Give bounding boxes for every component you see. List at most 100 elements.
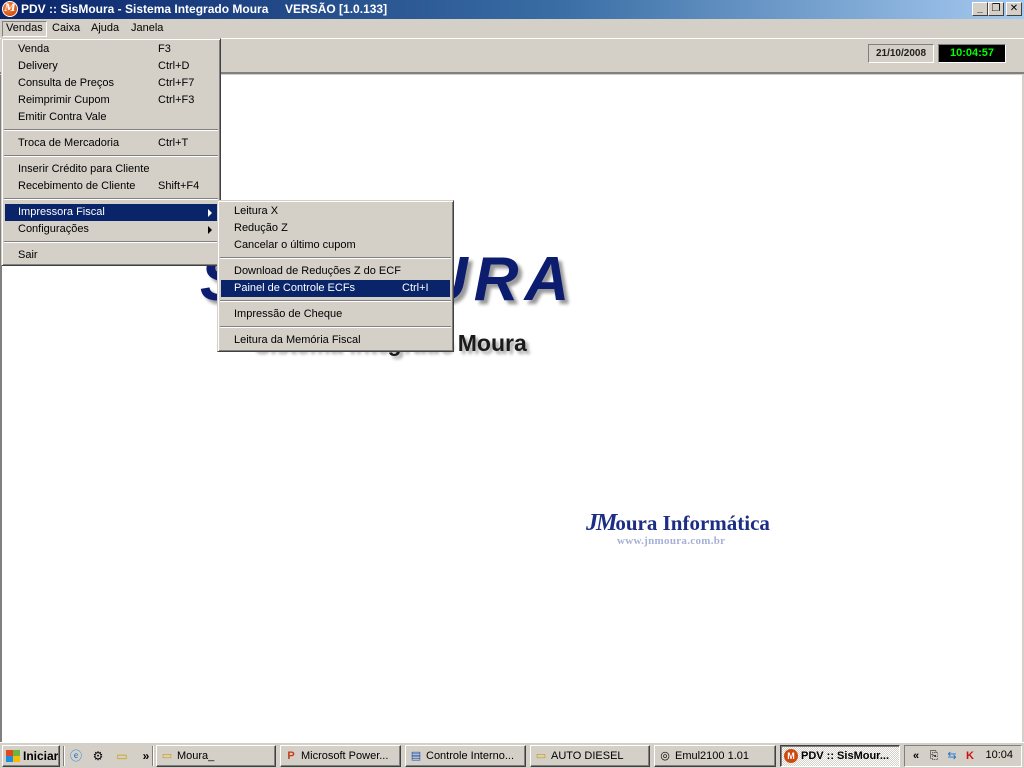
menu-item-label: Cancelar o último cupom	[234, 239, 356, 251]
system-tray: « ⎘ ⇆ K 10:04	[904, 745, 1022, 767]
menu-item-shortcut: Ctrl+T	[158, 137, 189, 149]
folder-icon: ▭	[161, 750, 173, 762]
menu-separator	[220, 257, 451, 259]
menu-item-shortcut: Ctrl+I	[402, 282, 429, 294]
task-label: AUTO DIESEL	[551, 750, 624, 762]
menu-separator	[4, 241, 218, 243]
menu-item-configuracoes[interactable]: Configurações	[5, 221, 217, 238]
menu-item-shortcut: Shift+F4	[158, 180, 200, 192]
menu-item-label: Impressora Fiscal	[18, 206, 105, 218]
minimize-button[interactable]: _	[972, 2, 988, 16]
restore-button[interactable]: ❐	[988, 2, 1004, 16]
impressora-fiscal-submenu: Leitura X Redução Z Cancelar o último cu…	[217, 200, 454, 352]
company-url: www.jnmoura.com.br	[617, 535, 726, 547]
date-display: 21/10/2008	[868, 44, 934, 63]
menu-item-inserir-credito[interactable]: Inserir Crédito para Cliente	[5, 161, 217, 178]
clock-display: 10:04:57	[938, 44, 1006, 63]
menu-separator	[4, 155, 218, 157]
task-powerpoint[interactable]: P Microsoft Power...	[280, 745, 401, 767]
menu-item-label: Redução Z	[234, 222, 288, 234]
tray-clock[interactable]: 10:04	[985, 749, 1013, 761]
menu-item-cancelar-ultimo-cupom[interactable]: Cancelar o último cupom	[221, 237, 450, 254]
menu-item-delivery[interactable]: Delivery Ctrl+D	[5, 58, 217, 75]
start-label: Iniciar	[23, 749, 59, 763]
submenu-arrow-icon	[208, 209, 212, 217]
menu-separator	[4, 198, 218, 200]
windows-logo-icon	[6, 750, 20, 762]
app-m-icon: M	[784, 749, 798, 763]
menu-item-sair[interactable]: Sair	[5, 247, 217, 264]
menu-janela[interactable]: Janela	[127, 21, 167, 37]
menu-item-label: Leitura da Memória Fiscal	[234, 334, 361, 346]
menu-item-reducao-z[interactable]: Redução Z	[221, 220, 450, 237]
folder-icon[interactable]: ▭	[114, 748, 130, 764]
menu-item-label: Leitura X	[234, 205, 279, 217]
network-icon[interactable]: ⚙	[90, 748, 106, 764]
menu-item-label: Reimprimir Cupom	[18, 94, 110, 106]
menu-item-reimprimir-cupom[interactable]: Reimprimir Cupom Ctrl+F3	[5, 92, 217, 109]
menu-item-troca-mercadoria[interactable]: Troca de Mercadoria Ctrl+T	[5, 135, 217, 152]
title-bar[interactable]: M PDV :: SisMoura - Sistema Integrado Mo…	[0, 0, 1024, 19]
task-label: Emul2100 1.01	[675, 750, 749, 762]
menu-item-shortcut: Ctrl+D	[158, 60, 190, 72]
task-pdv-sismoura[interactable]: M PDV :: SisMour...	[780, 745, 900, 767]
submenu-arrow-icon	[208, 226, 212, 234]
powerpoint-icon: P	[287, 750, 295, 762]
menu-caixa[interactable]: Caixa	[48, 21, 84, 37]
start-button[interactable]: Iniciar	[2, 745, 60, 767]
company-logo: JMoura Informática	[586, 510, 770, 537]
menu-item-label: Download de Reduções Z do ECF	[234, 265, 401, 277]
tray-expand-icon[interactable]: «	[909, 749, 923, 763]
safely-remove-icon[interactable]: ⎘	[927, 749, 941, 763]
menu-separator	[4, 129, 218, 131]
network-connection-icon[interactable]: ⇆	[945, 749, 959, 763]
task-controle-interno[interactable]: ▤ Controle Interno...	[405, 745, 526, 767]
menu-item-download-reducoes-z[interactable]: Download de Reduções Z do ECF	[221, 263, 450, 280]
document-icon: ▤	[410, 750, 422, 762]
vendas-menu: Venda F3 Delivery Ctrl+D Consulta de Pre…	[1, 38, 221, 266]
menu-bar: Vendas Caixa Ajuda Janela	[0, 19, 1024, 38]
menu-item-label: Painel de Controle ECFs	[234, 282, 356, 294]
menu-separator	[220, 300, 451, 302]
menu-item-shortcut: Ctrl+F3	[158, 94, 195, 106]
menu-item-shortcut: Ctrl+F7	[158, 77, 195, 89]
task-label: Controle Interno...	[426, 750, 515, 762]
task-emul2100[interactable]: ◎ Emul2100 1.01	[654, 745, 776, 767]
menu-ajuda[interactable]: Ajuda	[87, 21, 123, 37]
menu-vendas[interactable]: Vendas	[2, 21, 47, 37]
menu-item-painel-controle-ecfs[interactable]: Painel de Controle ECFs Ctrl+I	[221, 280, 450, 297]
menu-item-emitir-contra-vale[interactable]: Emitir Contra Vale	[5, 109, 217, 126]
menu-item-label: Troca de Mercadoria	[18, 137, 120, 149]
menu-item-shortcut: F3	[158, 43, 171, 55]
menu-separator	[220, 326, 451, 328]
menu-item-recebimento-cliente[interactable]: Recebimento de Cliente Shift+F4	[5, 178, 217, 195]
menu-item-venda[interactable]: Venda F3	[5, 41, 217, 58]
menu-item-label: Sair	[18, 249, 38, 261]
menu-item-impressao-cheque[interactable]: Impressão de Cheque	[221, 306, 450, 323]
internet-explorer-icon[interactable]: ⓔ	[68, 748, 84, 764]
menu-item-consulta-precos[interactable]: Consulta de Preços Ctrl+F7	[5, 75, 217, 92]
menu-item-label: Delivery	[18, 60, 58, 72]
app-logo-icon[interactable]: M	[2, 1, 18, 17]
menu-item-leitura-memoria-fiscal[interactable]: Leitura da Memória Fiscal	[221, 332, 450, 349]
company-logo-mark: JM	[586, 510, 617, 536]
taskbar-divider	[63, 746, 65, 766]
taskbar-divider	[152, 746, 154, 766]
taskbar: Iniciar ⓔ ⚙ ▭ » ▭ Moura_ P Microsoft Pow…	[0, 742, 1024, 768]
menu-item-label: Consulta de Preços	[18, 77, 114, 89]
antivirus-icon[interactable]: K	[963, 749, 977, 763]
task-label: PDV :: SisMour...	[801, 750, 890, 762]
menu-item-leitura-x[interactable]: Leitura X	[221, 203, 450, 220]
task-label: Microsoft Power...	[301, 750, 389, 762]
menu-item-label: Impressão de Cheque	[234, 308, 343, 320]
task-moura[interactable]: ▭ Moura_	[156, 745, 276, 767]
window-title: PDV :: SisMoura - Sistema Integrado Mour…	[21, 2, 388, 16]
folder-icon: ▭	[535, 750, 547, 762]
task-auto-diesel[interactable]: ▭ AUTO DIESEL	[530, 745, 650, 767]
menu-item-label: Venda	[18, 43, 50, 55]
menu-item-label: Inserir Crédito para Cliente	[18, 163, 150, 175]
task-label: Moura_	[177, 750, 215, 762]
close-button[interactable]: ✕	[1006, 2, 1022, 16]
emulator-icon: ◎	[660, 750, 670, 762]
menu-item-impressora-fiscal[interactable]: Impressora Fiscal	[5, 204, 217, 221]
